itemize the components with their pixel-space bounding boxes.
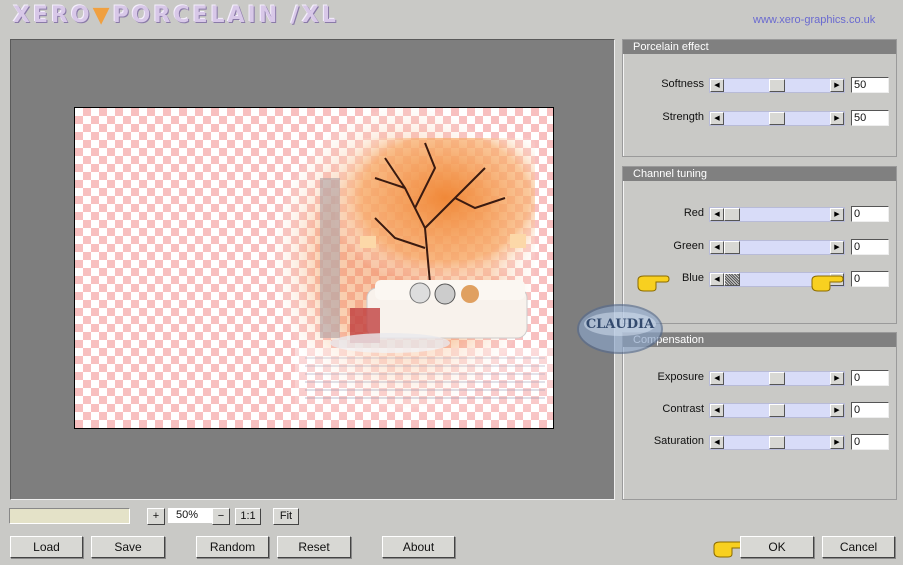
panel-title: Channel tuning [623,167,896,181]
zoom-out-button[interactable]: − [212,508,230,525]
arrow-left-icon[interactable]: ◀ [710,79,724,92]
slider-row-exposure: Exposure ◀ ▶ 0 [623,369,896,387]
about-button[interactable]: About [382,536,455,558]
slider-label: Strength [662,111,704,123]
load-button[interactable]: Load [10,536,83,558]
exposure-slider[interactable]: ◀ ▶ [709,371,845,386]
slider-label: Red [683,207,704,219]
saturation-slider[interactable]: ◀ ▶ [709,435,845,450]
preview-canvas[interactable] [74,107,554,429]
website-link[interactable]: www.xero-graphics.co.uk [753,14,875,26]
green-value-field[interactable]: 0 [851,239,889,255]
slider-label: Green [673,240,704,252]
preview-area [10,39,615,500]
logo-text-porcelain: PORCELAIN [112,3,281,28]
red-value-field[interactable]: 0 [851,206,889,222]
slider-row-saturation: Saturation ◀ ▶ 0 [623,433,896,451]
arrow-left-icon[interactable]: ◀ [710,241,724,254]
title-bar: XERO▼PORCELAIN /XL www.xero-graphics.co.… [0,0,903,36]
slider-label: Blue [681,272,704,284]
cancel-button[interactable]: Cancel [822,536,895,558]
softness-slider[interactable]: ◀ ▶ [709,78,845,93]
slider-thumb[interactable] [724,208,740,221]
logo-text-xero: XERO [13,3,93,28]
arrow-right-icon[interactable]: ▶ [830,404,844,417]
channel-tuning-panel: Channel tuning Red ◀ ▶ 0 Green ◀ ▶ 0 Blu… [622,166,897,324]
strength-value-field[interactable]: 50 [851,110,889,126]
logo-text-xl: /XL [290,3,339,28]
arrow-left-icon[interactable]: ◀ [710,112,724,125]
logo-triangle-icon: ▼ [92,3,113,28]
slider-label: Softness [661,78,704,90]
arrow-left-icon[interactable]: ◀ [710,273,724,286]
slider-thumb[interactable] [769,436,785,449]
zoom-in-button[interactable]: + [147,508,165,525]
saturation-value-field[interactable]: 0 [851,434,889,450]
slider-thumb[interactable] [769,112,785,125]
reset-button[interactable]: Reset [277,536,351,558]
porcelain-effect-panel: Porcelain effect Softness ◀ ▶ 50 Strengt… [622,39,897,157]
arrow-right-icon[interactable]: ▶ [830,112,844,125]
compensation-panel: Compensation Exposure ◀ ▶ 0 Contrast ◀ ▶… [622,332,897,500]
preview-image [275,108,553,428]
arrow-right-icon[interactable]: ▶ [830,79,844,92]
softness-value-field[interactable]: 50 [851,77,889,93]
arrow-right-icon[interactable]: ▶ [830,208,844,221]
arrow-left-icon[interactable]: ◀ [710,208,724,221]
red-slider[interactable]: ◀ ▶ [709,207,845,222]
slider-label: Contrast [662,403,704,415]
panel-title: Porcelain effect [623,40,896,54]
slider-thumb[interactable] [724,273,740,286]
slider-thumb[interactable] [724,241,740,254]
slider-row-strength: Strength ◀ ▶ 50 [623,109,896,127]
arrow-right-icon[interactable]: ▶ [830,436,844,449]
zoom-fit-button[interactable]: Fit [273,508,299,525]
pointing-hand-icon [637,275,670,292]
random-button[interactable]: Random [196,536,269,558]
pointing-hand-icon [811,275,844,292]
ok-button[interactable]: OK [740,536,814,558]
slider-label: Exposure [657,371,704,383]
contrast-slider[interactable]: ◀ ▶ [709,403,845,418]
strength-slider[interactable]: ◀ ▶ [709,111,845,126]
blue-value-field[interactable]: 0 [851,271,889,287]
slider-label: Saturation [653,435,704,447]
watermark-text: CLAUDIA [586,317,655,332]
exposure-value-field[interactable]: 0 [851,370,889,386]
contrast-value-field[interactable]: 0 [851,402,889,418]
slider-row-contrast: Contrast ◀ ▶ 0 [623,401,896,419]
arrow-right-icon[interactable]: ▶ [830,372,844,385]
app-logo: XERO▼PORCELAIN /XL [13,3,339,28]
green-slider[interactable]: ◀ ▶ [709,240,845,255]
arrow-right-icon[interactable]: ▶ [830,241,844,254]
zoom-1-1-button[interactable]: 1:1 [235,508,261,525]
arrow-left-icon[interactable]: ◀ [710,436,724,449]
slider-thumb[interactable] [769,372,785,385]
arrow-left-icon[interactable]: ◀ [710,404,724,417]
slider-row-green: Green ◀ ▶ 0 [623,238,896,256]
slider-thumb[interactable] [769,79,785,92]
claudia-watermark: CLAUDIA [575,302,665,356]
slider-thumb[interactable] [769,404,785,417]
arrow-left-icon[interactable]: ◀ [710,372,724,385]
slider-row-softness: Softness ◀ ▶ 50 [623,76,896,94]
progress-bar [9,508,130,524]
watermark-badge: CLAUDIA [577,304,663,354]
slider-row-red: Red ◀ ▶ 0 [623,205,896,223]
save-button[interactable]: Save [91,536,165,558]
